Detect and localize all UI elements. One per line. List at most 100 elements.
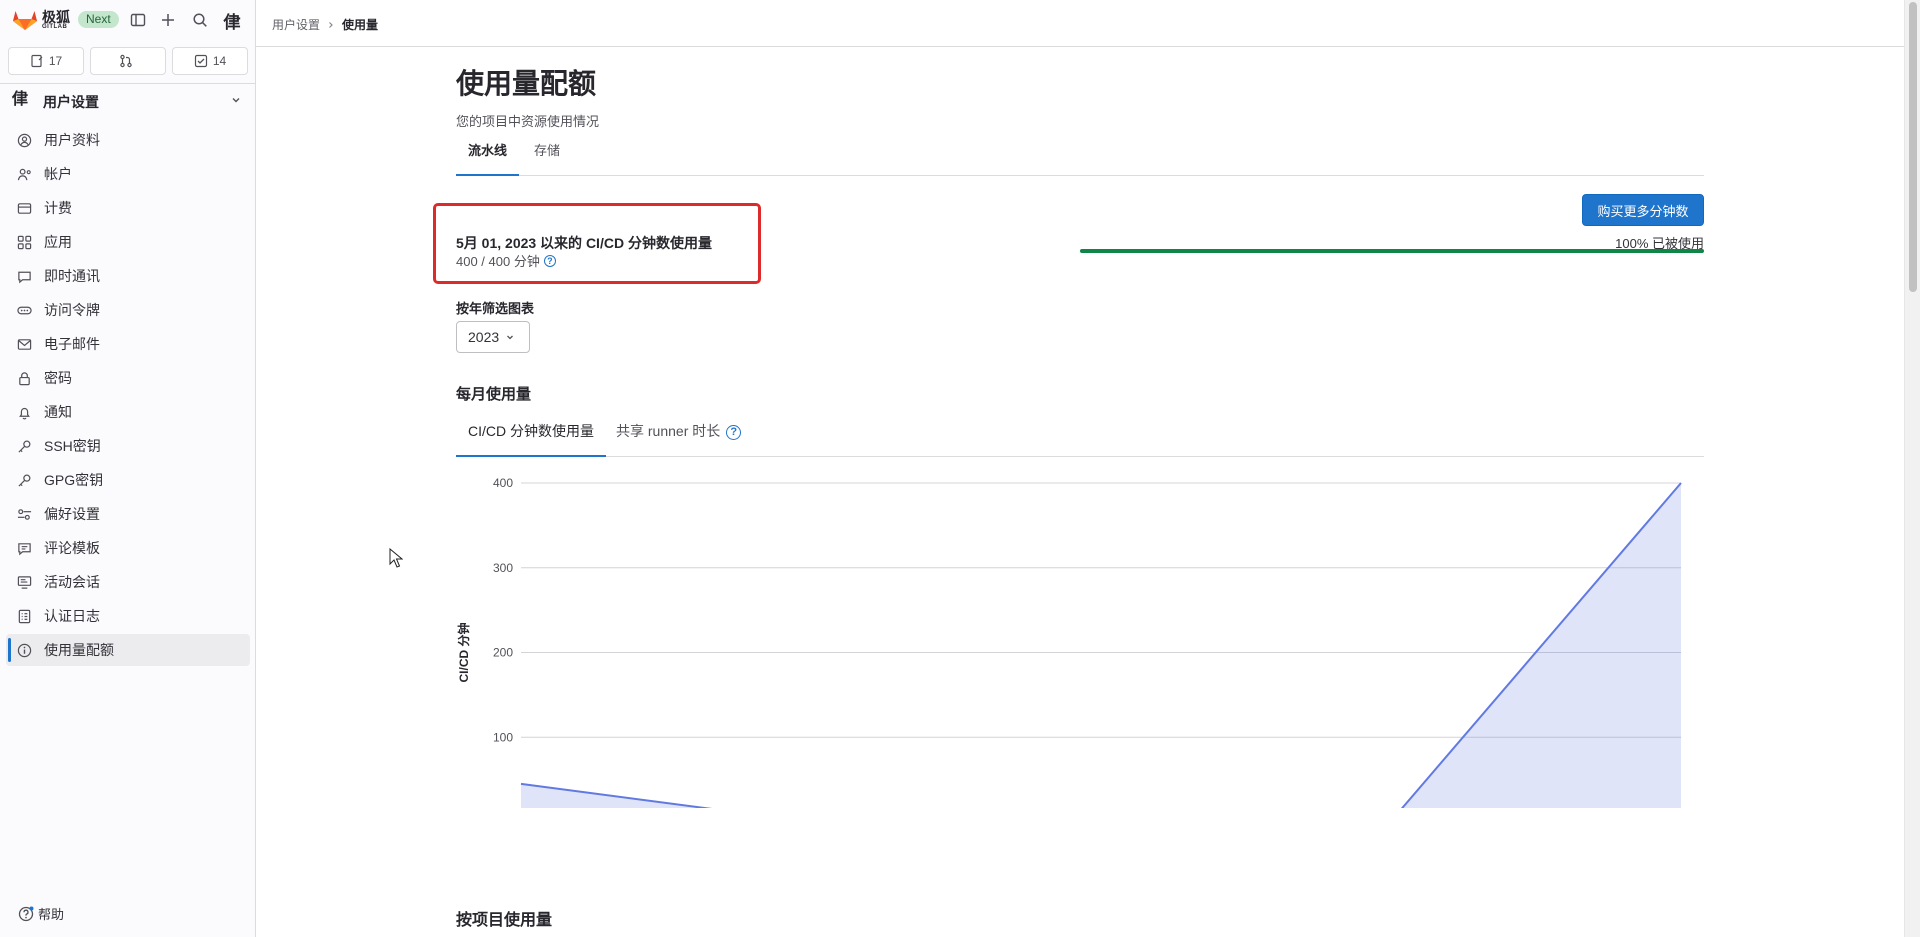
sidebar-item-applications[interactable]: 应用 xyxy=(6,226,250,258)
sidebar-item-gpg-keys[interactable]: GPG密钥 xyxy=(6,464,250,496)
sidebar-item-label: 电子邮件 xyxy=(44,336,100,352)
sidebar-item-chat[interactable]: 即时通讯 xyxy=(6,260,250,292)
breadcrumb-current[interactable]: 使用量 xyxy=(342,16,378,33)
info-icon xyxy=(16,642,32,658)
sidebar-item-emails[interactable]: 电子邮件 xyxy=(6,328,250,360)
y-tick-label: 100 xyxy=(493,730,513,744)
issues-count: 17 xyxy=(48,54,63,68)
chevron-down-icon xyxy=(507,335,514,340)
tab-ci-minutes[interactable]: CI/CD 分钟数使用量 xyxy=(456,416,606,457)
key-icon xyxy=(16,438,32,454)
usage-progress-bar xyxy=(1080,249,1704,253)
question-icon[interactable]: ? xyxy=(543,254,556,267)
search-icon[interactable] xyxy=(190,10,210,30)
y-tick-label: 300 xyxy=(493,561,513,575)
applications-icon xyxy=(16,234,32,250)
todos-counter[interactable]: 14 xyxy=(172,47,248,75)
sidebar-item-auth-log[interactable]: 认证日志 xyxy=(6,600,250,632)
user-icon xyxy=(16,132,32,148)
brand-row: 极狐 GITLAB Next 侓 xyxy=(0,0,256,40)
mail-icon xyxy=(16,336,32,352)
quota-tabs: 流水线 存储 xyxy=(456,136,1704,176)
bell-icon xyxy=(16,404,32,420)
todo-icon xyxy=(194,54,207,68)
sidebar-item-preferences[interactable]: 偏好设置 xyxy=(6,498,250,530)
scrollbar[interactable] xyxy=(1904,0,1920,937)
brand-sub: GITLAB xyxy=(42,24,68,30)
y-tick-label: 400 xyxy=(493,476,513,490)
usage-title: 5月 01, 2023 以来的 CI/CD 分钟数使用量 xyxy=(456,235,712,251)
sidebar-item-usage-quotas[interactable]: 使用量配额 xyxy=(6,634,250,666)
sidebar-item-label: SSH密钥 xyxy=(44,438,101,454)
y-tick-label: 200 xyxy=(493,646,513,660)
sidebar-item-label: 计费 xyxy=(44,200,72,216)
gitlab-logo-icon[interactable] xyxy=(12,9,38,31)
chart-tabs: CI/CD 分钟数使用量 共享 runner 时长 ? xyxy=(456,416,1704,457)
key-icon xyxy=(16,472,32,488)
sidebar-item-label: 使用量配额 xyxy=(44,642,114,658)
project-usage-title: 按项目使用量 xyxy=(456,912,553,929)
monitor-icon xyxy=(16,574,32,590)
sidebar-item-access-tokens[interactable]: 访问令牌 xyxy=(6,294,250,326)
monthly-usage-title: 每月使用量 xyxy=(456,386,532,403)
tab-ci-minutes-label: CI/CD 分钟数使用量 xyxy=(468,423,594,439)
sidebar: 极狐 GITLAB Next 侓 17 14 侓 用户设置 用户资料 帐户 计费… xyxy=(0,0,256,937)
counters: 17 14 xyxy=(8,47,248,75)
sidebar-item-label: 评论模板 xyxy=(44,540,100,556)
sidebar-section-header[interactable]: 侓 用户设置 xyxy=(0,84,256,118)
breadcrumb-parent[interactable]: 用户设置 xyxy=(272,16,320,33)
sidebar-item-label: 访问令牌 xyxy=(44,302,100,318)
sidebar-item-label: 认证日志 xyxy=(44,608,100,624)
sidebar-item-ssh-keys[interactable]: SSH密钥 xyxy=(6,430,250,462)
buy-minutes-button[interactable]: 购买更多分钟数 xyxy=(1582,194,1704,226)
usage-progress-fill xyxy=(1080,249,1704,253)
usage-value: 400 / 400 分钟 xyxy=(456,254,540,269)
sidebar-item-label: 即时通讯 xyxy=(44,268,100,284)
question-icon[interactable]: ? xyxy=(726,425,742,440)
plus-icon[interactable] xyxy=(158,10,178,30)
sidebar-item-label: 应用 xyxy=(44,234,72,250)
sidebar-item-label: GPG密钥 xyxy=(44,472,104,488)
sidebar-item-label: 密码 xyxy=(44,370,72,386)
sidebar-item-label: 偏好设置 xyxy=(44,506,100,522)
chevron-down-icon xyxy=(230,93,242,111)
sidebar-item-active-sessions[interactable]: 活动会话 xyxy=(6,566,250,598)
y-axis-label: CI/CD 分钟 xyxy=(456,622,471,682)
sidebar-item-password[interactable]: 密码 xyxy=(6,362,250,394)
preferences-icon xyxy=(16,506,32,522)
year-select[interactable]: 2023 xyxy=(456,321,530,353)
todos-count: 14 xyxy=(212,54,227,68)
user-avatar-icon[interactable]: 侓 xyxy=(222,10,242,32)
series-area xyxy=(521,483,1681,808)
help-icon xyxy=(18,906,34,921)
year-filter-label: 按年筛选图表 xyxy=(456,301,535,316)
next-badge[interactable]: Next xyxy=(78,11,119,28)
sidebar-nav: 用户资料 帐户 计费 应用 即时通讯 访问令牌 电子邮件 密码 通知 SSH密钥… xyxy=(0,124,256,668)
issues-icon xyxy=(31,54,43,68)
scrollbar-thumb[interactable] xyxy=(1909,2,1917,292)
sidebar-item-label: 帐户 xyxy=(44,166,72,182)
tab-pipelines[interactable]: 流水线 xyxy=(456,136,520,176)
help-button[interactable]: 帮助 xyxy=(18,904,64,923)
app-window: 极狐 GITLAB Next 侓 17 14 侓 用户设置 用户资料 帐户 计费… xyxy=(0,0,1920,937)
merge-requests-counter[interactable] xyxy=(90,47,166,75)
tab-shared-runner[interactable]: 共享 runner 时长 ? xyxy=(604,416,753,457)
tab-storage[interactable]: 存储 xyxy=(522,136,572,176)
sidebar-item-comment-templates[interactable]: 评论模板 xyxy=(6,532,250,564)
page-title: 使用量配额 xyxy=(456,68,597,99)
issues-counter[interactable]: 17 xyxy=(8,47,84,75)
sidebar-item-notifications[interactable]: 通知 xyxy=(6,396,250,428)
help-label: 帮助 xyxy=(38,907,65,922)
sidebar-item-profile[interactable]: 用户资料 xyxy=(6,124,250,156)
sidebar-item-account[interactable]: 帐户 xyxy=(6,158,250,190)
monthly-usage-chart: 01002003004001月 20232月 20233月 20234月 202… xyxy=(456,468,1704,808)
sidebar-item-billing[interactable]: 计费 xyxy=(6,192,250,224)
comment-icon xyxy=(16,268,32,284)
chevron-right-icon xyxy=(327,18,335,32)
account-icon xyxy=(16,166,32,182)
tab-shared-runner-label: 共享 runner 时长 xyxy=(616,423,721,439)
sidebar-toggle-icon[interactable] xyxy=(128,10,148,30)
page-description: 您的项目中资源使用情况 xyxy=(456,114,600,129)
breadcrumb: 用户设置 使用量 xyxy=(272,16,378,33)
token-icon xyxy=(16,302,32,318)
